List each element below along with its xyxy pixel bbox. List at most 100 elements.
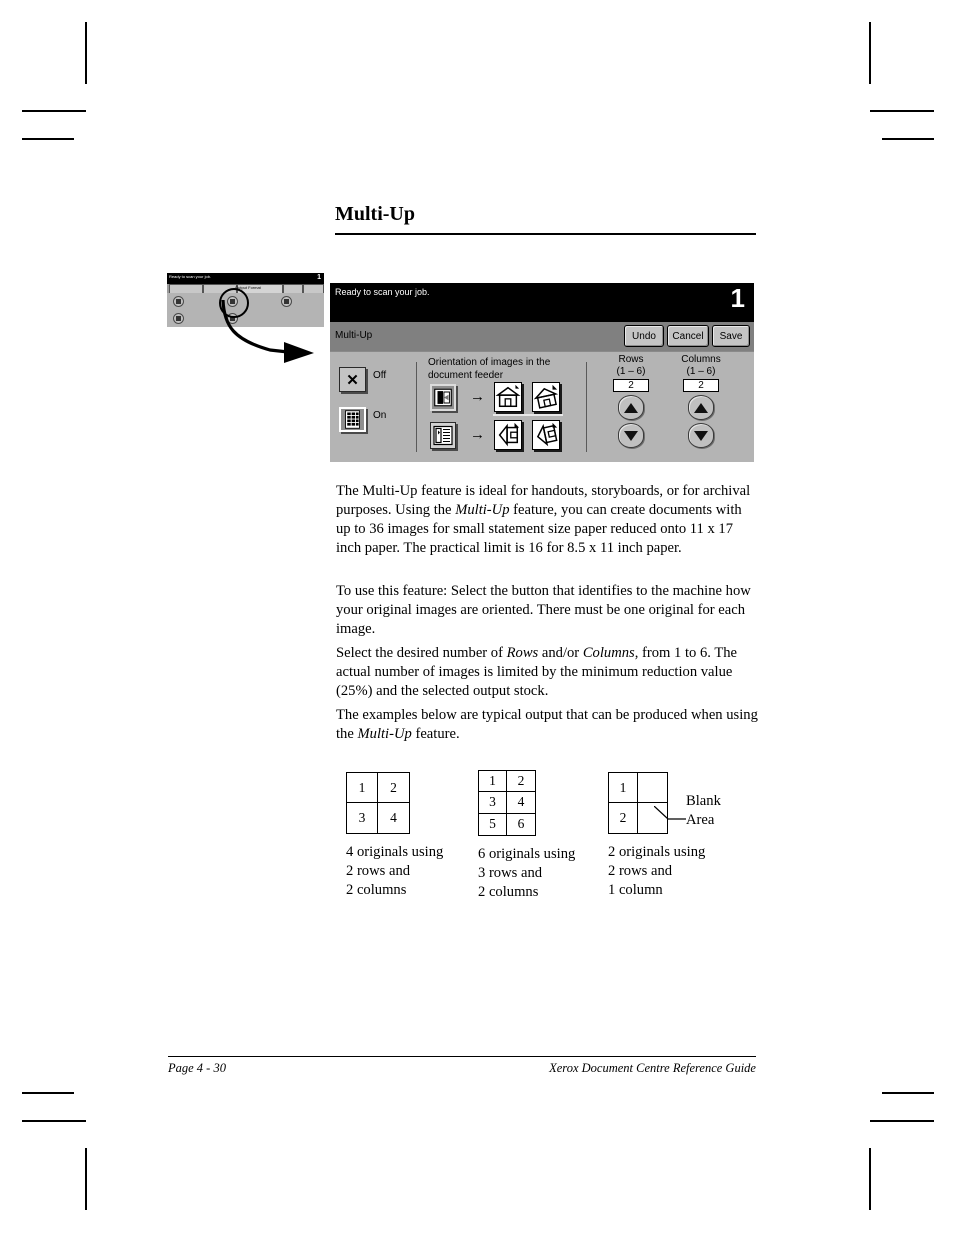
crop-mark-bottom-left-vertical (85, 1148, 87, 1210)
document-feeder-portrait-icon (433, 425, 453, 446)
columns-stepper-group: Columns (1 – 6) 2 (666, 354, 736, 448)
example-4-up: 1 2 3 4 4 originals using 2 rows and 2 c… (346, 772, 443, 900)
footer-rule (168, 1056, 756, 1057)
example-grid: 1 2 3 4 (346, 772, 410, 834)
thumbnail-status-bar: Ready to scan your job. 1 (167, 273, 324, 284)
example-6-up: 1 2 3 4 5 6 6 originals using 3 rows and… (478, 770, 575, 902)
paragraph-text: Select the desired number of (336, 644, 507, 661)
grid-cell: 5 (479, 813, 507, 835)
rows-label: Rows (618, 354, 644, 365)
example-grid: 1 2 (608, 772, 668, 834)
feature-options-panel: ✕ Off On Orientation of images in the do… (330, 351, 754, 462)
panel-divider (586, 362, 587, 452)
page-title: Multi-Up (335, 203, 415, 225)
crop-mark-top-left-horizontal-outer (22, 110, 86, 112)
grid-cell: 2 (507, 771, 535, 793)
paragraph-overview: The Multi-Up feature is ideal for handou… (336, 482, 758, 558)
feature-toolbar: Multi-Up Undo Cancel Save (330, 322, 754, 351)
crop-mark-bottom-right-horizontal-inner (882, 1092, 934, 1094)
crop-mark-top-left-horizontal-inner (22, 138, 74, 140)
emphasis-columns: Columns (582, 644, 635, 661)
columns-decrement-button[interactable] (688, 423, 714, 448)
document-feeder-landscape-icon (434, 388, 452, 407)
crop-mark-bottom-left-horizontal-inner (22, 1092, 74, 1094)
rows-range-label: (1 – 6) (616, 366, 646, 377)
columns-label: Columns (681, 354, 721, 365)
crop-mark-top-right-horizontal-inner (882, 138, 934, 140)
page-house-sideways-rotated-icon (532, 420, 560, 450)
page-house-sideways-icon (494, 420, 522, 450)
blank-area-text: Blank Area (686, 793, 721, 829)
grid-cell: 4 (390, 810, 397, 825)
orientation-portrait-feeder-button[interactable] (430, 422, 456, 449)
house-glyph-rotated (533, 384, 559, 409)
multi-up-on-button[interactable] (339, 407, 366, 432)
page-house-rotated-icon (532, 382, 560, 412)
blank-area-leader-line (654, 806, 686, 820)
paragraph-text: and/or (538, 644, 583, 661)
cancel-button[interactable]: Cancel (667, 325, 709, 347)
triangle-up-icon (624, 402, 638, 413)
thumbnail-status-text: Ready to scan your job. (169, 274, 212, 279)
orientation-row-separator (493, 414, 563, 416)
crop-mark-bottom-left-horizontal-outer (22, 1120, 86, 1122)
grid-cell: 3 (347, 803, 378, 833)
thumbnail-feature-button (173, 296, 184, 307)
emphasis-rows: Rows (506, 644, 539, 661)
triangle-down-icon (624, 430, 638, 441)
crop-mark-bottom-right-vertical (869, 1148, 871, 1210)
blank-area-annotation: Blank Area (686, 792, 721, 830)
thumbnail-status-number: 1 (317, 274, 321, 281)
page-house-upright-icon (494, 382, 522, 412)
save-button[interactable]: Save (712, 325, 750, 347)
example-grid: 1 2 3 4 5 6 (478, 770, 536, 836)
right-arrow-icon: → (470, 426, 485, 443)
house-glyph-sideways-rotated (536, 422, 558, 447)
paragraph-usage: To use this feature: Select the button t… (336, 582, 751, 637)
right-arrow-icon: → (470, 388, 485, 405)
multi-up-off-button[interactable]: ✕ (339, 367, 366, 392)
panel-divider (416, 362, 417, 452)
rows-decrement-button[interactable] (618, 423, 644, 448)
crop-mark-top-right-horizontal-outer (870, 110, 934, 112)
footer-guide-title: Xerox Document Centre Reference Guide (549, 1061, 756, 1075)
undo-button[interactable]: Undo (624, 325, 664, 347)
x-icon: ✕ (346, 371, 359, 389)
curved-arrow-icon (221, 299, 314, 363)
grid-cell: 2 (378, 773, 409, 803)
crop-mark-top-right-vertical (869, 22, 871, 84)
crop-mark-bottom-right-horizontal-outer (870, 1120, 934, 1122)
rows-value: 2 (613, 379, 649, 392)
footer-page-number: Page 4 - 30 (168, 1061, 226, 1075)
columns-increment-button[interactable] (688, 395, 714, 420)
grid-cell: 4 (507, 792, 535, 814)
grid-cell: 1 (479, 771, 507, 793)
multi-up-on-label: On (373, 410, 387, 421)
triangle-down-icon (694, 430, 708, 441)
grid-cell: 2 (609, 803, 638, 833)
orientation-landscape-feeder-button[interactable] (430, 384, 456, 411)
copy-count: 1 (730, 283, 745, 313)
emphasis-multi-up: Multi-Up (455, 501, 510, 518)
grid-cell-blank (638, 773, 667, 803)
grid-cell: 1 (347, 773, 378, 803)
paragraph-text: feature. (411, 725, 460, 742)
multi-up-off-label: Off (373, 370, 387, 381)
example-caption: 2 originals using 2 rows and 1 column (608, 844, 706, 899)
columns-range-label: (1 – 6) (686, 366, 716, 377)
feature-title: Multi-Up (335, 330, 373, 341)
status-message: Ready to scan your job. (335, 287, 430, 297)
status-bar: Ready to scan your job. 1 (330, 283, 754, 322)
house-glyph (495, 384, 521, 408)
example-caption: 4 originals using 2 rows and 2 columns (346, 844, 444, 899)
thumbnail-feature-button (173, 313, 184, 324)
rows-increment-button[interactable] (618, 395, 644, 420)
title-rule (335, 233, 756, 235)
multi-up-grid-icon (345, 410, 360, 429)
paragraph-examples-intro: The examples below are typical output th… (336, 706, 758, 744)
triangle-up-icon (694, 402, 708, 413)
orientation-group-label: Orientation of images in the document fe… (428, 357, 551, 381)
grid-cell: 3 (479, 792, 507, 814)
grid-cell: 6 (517, 816, 525, 832)
house-glyph-sideways (498, 422, 520, 447)
